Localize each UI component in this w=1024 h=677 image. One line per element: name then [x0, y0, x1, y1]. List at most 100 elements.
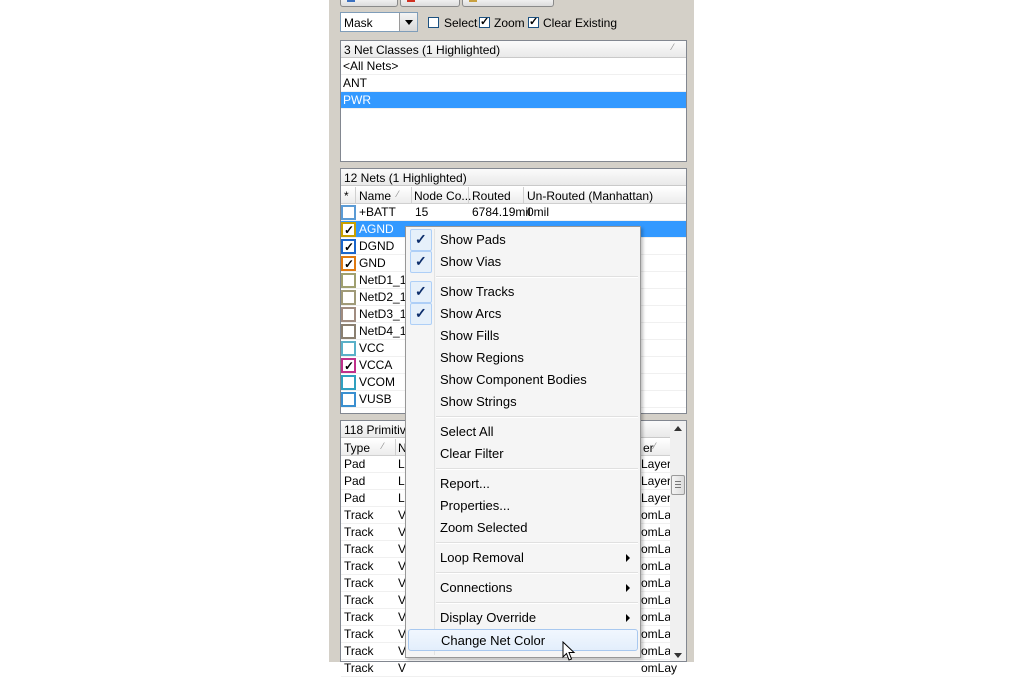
net-name: NetD2_1: [359, 290, 407, 304]
primitive-layer: Layer: [641, 491, 672, 505]
sort-icon: ⁄: [382, 441, 384, 451]
menu-item[interactable]: Report...: [408, 473, 638, 495]
net-classes-header[interactable]: 3 Net Classes (1 Highlighted) ⁄: [341, 41, 686, 58]
net-visibility-checkbox[interactable]: [341, 375, 356, 390]
net-visibility-checkbox[interactable]: [341, 273, 356, 288]
menu-item[interactable]: Display Override: [408, 607, 638, 629]
net-visibility-checkbox[interactable]: [341, 256, 356, 273]
net-visibility-checkbox[interactable]: [341, 290, 356, 305]
net-visibility-checkbox[interactable]: [341, 392, 356, 407]
zoom-checkbox[interactable]: [479, 15, 490, 28]
clear-icon: [407, 0, 415, 2]
select-checkbox[interactable]: [428, 17, 439, 28]
menu-item-label: Show Strings: [440, 394, 517, 409]
menu-separator: [436, 468, 638, 470]
sort-icon: ⁄: [672, 42, 674, 52]
primitive-type: Track: [344, 627, 374, 641]
menu-item[interactable]: Connections: [408, 577, 638, 599]
primitives-scrollbar[interactable]: [670, 421, 686, 661]
menu-item[interactable]: Properties...: [408, 495, 638, 517]
net-visibility-checkbox[interactable]: [341, 307, 356, 322]
net-visibility-checkbox[interactable]: [341, 358, 356, 375]
primitive-type: Track: [344, 576, 374, 590]
chevron-right-icon: [626, 584, 630, 592]
net-name: AGND: [359, 222, 394, 236]
primitive-net: V: [398, 661, 407, 675]
net-name: VUSB: [359, 392, 392, 406]
menu-item[interactable]: ✓ Show Vias: [408, 251, 638, 273]
net-class-row[interactable]: PWR: [341, 92, 686, 109]
menu-item-label: Show Component Bodies: [440, 372, 587, 387]
menu-item[interactable]: Loop Removal: [408, 547, 638, 569]
primitive-net: L: [398, 457, 405, 471]
primitive-type: Track: [344, 610, 374, 624]
net-row[interactable]: +BATT 15 6784.19mil 0mil: [341, 204, 686, 221]
primitive-type: Pad: [344, 457, 366, 471]
menu-item[interactable]: Change Net Color: [408, 629, 638, 651]
mouse-pointer-icon: [562, 641, 576, 661]
col-type[interactable]: Type: [344, 441, 370, 455]
menu-item[interactable]: ✓ Show Pads: [408, 229, 638, 251]
menu-item[interactable]: Show Regions: [408, 347, 638, 369]
net-visibility-checkbox[interactable]: [341, 341, 356, 356]
col-name[interactable]: Name: [359, 189, 391, 203]
nets-column-header[interactable]: * Name ⁄ Node Co... Routed Un-Routed (Ma…: [341, 187, 686, 204]
menu-item-label: Display Override: [440, 610, 537, 625]
mask-select[interactable]: Mask: [340, 12, 418, 32]
menu-item[interactable]: ✓ Show Tracks: [408, 281, 638, 303]
apply-button[interactable]: [340, 0, 398, 7]
net-class-row[interactable]: ANT: [341, 75, 686, 92]
net-visibility-checkbox[interactable]: [341, 324, 356, 339]
col-unrouted[interactable]: Un-Routed (Manhattan): [527, 189, 653, 203]
menu-item-label: Connections: [440, 580, 513, 595]
menu-separator: [436, 276, 638, 278]
menu-item[interactable]: Select All: [408, 421, 638, 443]
net-name: GND: [359, 256, 386, 270]
chevron-down-icon[interactable]: [399, 13, 417, 31]
col-star[interactable]: *: [344, 189, 349, 203]
clear-button[interactable]: [400, 0, 460, 7]
net-class-row[interactable]: <All Nets>: [341, 58, 686, 75]
context-menu[interactable]: ✓ Show Pads ✓ Show Vias ✓ Show Tracks ✓ Show Ar…: [405, 226, 641, 658]
primitive-net: L: [398, 491, 405, 505]
apply-icon: [347, 0, 355, 2]
net-name: DGND: [359, 239, 395, 253]
mask-select-value: Mask: [344, 16, 373, 30]
select-label: Select: [444, 16, 478, 30]
net-name: NetD1_1: [359, 273, 407, 287]
primitive-layer: Layer: [641, 474, 672, 488]
primitive-type: Track: [344, 559, 374, 573]
primitive-type: Track: [344, 542, 374, 556]
net-name: +BATT: [359, 205, 396, 219]
menu-item-label: Show Pads: [440, 232, 506, 247]
check-icon: ✓: [410, 251, 432, 273]
menu-item-label: Show Fills: [440, 328, 500, 343]
menu-item-label: Change Net Color: [441, 633, 546, 648]
menu-item[interactable]: Clear Filter: [408, 443, 638, 465]
primitive-layer: omLay: [641, 661, 678, 675]
scroll-down-icon[interactable]: [674, 653, 682, 658]
scroll-thumb[interactable]: [671, 475, 685, 495]
menu-item[interactable]: ✓ Show Arcs: [408, 303, 638, 325]
col-node-count[interactable]: Node Co...: [414, 189, 471, 203]
clear-existing-checkbox[interactable]: [528, 15, 539, 28]
menu-item[interactable]: Show Strings: [408, 391, 638, 413]
menu-item[interactable]: Show Component Bodies: [408, 369, 638, 391]
menu-item[interactable]: Show Fills: [408, 325, 638, 347]
net-visibility-checkbox[interactable]: [341, 239, 356, 256]
net-name: VCOM: [359, 375, 395, 389]
net-visibility-checkbox[interactable]: [341, 222, 356, 239]
net-classes-list[interactable]: 3 Net Classes (1 Highlighted) ⁄ <All Net…: [340, 40, 687, 162]
primitive-type: Track: [344, 508, 374, 522]
clear-existing-label: Clear Existing: [543, 16, 618, 30]
net-classes-header-text: 3 Net Classes (1 Highlighted): [344, 43, 501, 57]
net-visibility-checkbox[interactable]: [341, 205, 356, 220]
primitive-row[interactable]: Track VomLay: [341, 660, 677, 677]
net-name: NetD4_1: [359, 324, 407, 338]
col-layer[interactable]: er: [643, 441, 654, 455]
col-routed[interactable]: Routed: [472, 189, 511, 203]
menu-item[interactable]: Zoom Selected: [408, 517, 638, 539]
magnify-button[interactable]: [462, 0, 554, 7]
scroll-up-icon[interactable]: [674, 426, 682, 431]
chevron-right-icon: [626, 554, 630, 562]
